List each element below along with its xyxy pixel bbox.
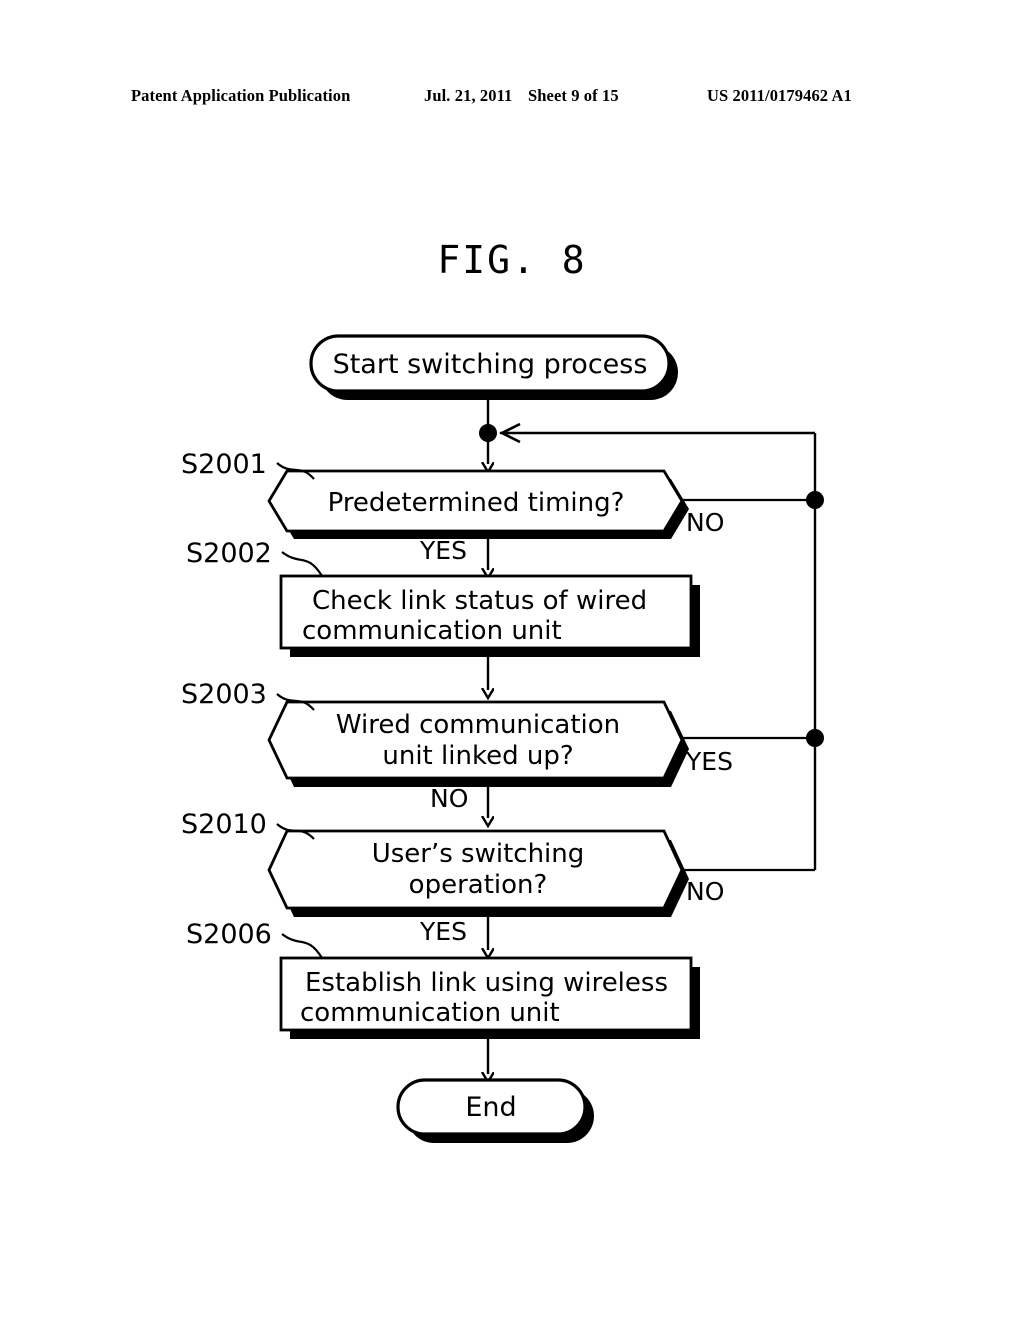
node-end-label: End	[465, 1092, 516, 1123]
branch-label-s2003-no: NO	[430, 784, 468, 813]
step-tag-s2006: S2006	[186, 919, 323, 959]
node-s2006: Establish link using wireless communicat…	[279, 956, 700, 1039]
leader-line-s2006	[281, 933, 323, 959]
node-s2010: User’s switching operation?	[267, 829, 689, 917]
step-label-s2002: S2002	[186, 538, 272, 569]
node-s2010-label-line1: User’s switching	[372, 839, 585, 869]
node-s2001: Predetermined timing?	[267, 469, 689, 539]
step-tag-s2002: S2002	[186, 538, 323, 577]
node-s2002-label-line2: communication unit	[302, 616, 562, 646]
node-s2006-label-line1: Establish link using wireless	[305, 968, 668, 998]
leader-line-s2002	[281, 551, 323, 577]
branch-label-s2010-yes: YES	[419, 917, 467, 946]
branch-label-s2001-yes: YES	[419, 536, 467, 565]
step-label-s2010: S2010	[181, 809, 267, 840]
flowchart-diagram: Start switching process Predetermined ti…	[181, 334, 824, 1143]
node-end: End	[396, 1078, 594, 1143]
branch-label-s2010-no: NO	[686, 877, 724, 906]
junction-dot-s2001-no	[806, 491, 824, 509]
node-s2010-label-line2: operation?	[409, 870, 548, 900]
step-label-s2006: S2006	[186, 919, 272, 950]
node-s2003-label-line2: unit linked up?	[382, 741, 573, 771]
junction-dot-main	[479, 424, 497, 442]
step-label-s2003: S2003	[181, 679, 267, 710]
node-start-label: Start switching process	[333, 349, 648, 380]
node-s2003-label-line1: Wired communication	[336, 710, 620, 740]
junction-dot-s2003-yes	[806, 729, 824, 747]
branch-label-s2001-no: NO	[686, 508, 724, 537]
node-s2001-label: Predetermined timing?	[328, 488, 625, 518]
node-s2002-label-line1: Check link status of wired	[312, 586, 647, 616]
node-s2002: Check link status of wired communication…	[279, 574, 700, 657]
step-label-s2001: S2001	[181, 449, 267, 480]
node-s2003: Wired communication unit linked up?	[267, 700, 689, 787]
node-start: Start switching process	[309, 334, 678, 400]
branch-label-s2003-yes: YES	[685, 747, 733, 776]
node-s2006-label-line2: communication unit	[300, 998, 560, 1028]
